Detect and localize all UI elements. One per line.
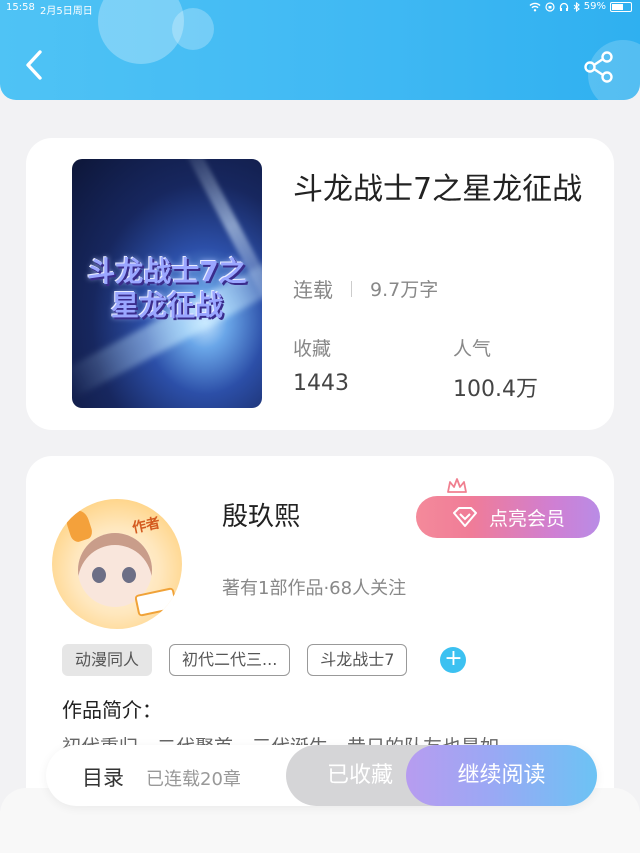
bottom-action-bar: 目录 已连载20章 已收藏 继续阅读	[46, 745, 597, 806]
wifi-icon	[529, 2, 541, 11]
vip-button-label: 点亮会员	[488, 507, 565, 530]
favorites-label: 收藏	[293, 338, 332, 360]
avatar-hat	[63, 508, 95, 544]
toc-button[interactable]: 目录	[82, 762, 124, 792]
status-time: 15:58	[6, 2, 35, 13]
book-title: 斗龙战士7之星龙征战	[293, 172, 583, 207]
tag-item[interactable]: 动漫同人	[62, 644, 153, 676]
avatar-eye	[92, 567, 106, 583]
diamond-icon	[452, 507, 477, 527]
popularity-stat: 人气 100.4万	[453, 334, 538, 403]
status-bar: 15:58 2月5日周日 59%	[0, 0, 640, 17]
header-bar: 15:58 2月5日周日 59%	[0, 0, 640, 100]
word-count: 9.7万字	[370, 279, 439, 301]
avatar-eye	[122, 567, 136, 583]
author-info: 著有1部作品·68人关注	[222, 578, 407, 599]
popularity-label: 人气	[453, 338, 492, 360]
avatar[interactable]: 作者	[52, 499, 182, 629]
bluetooth-icon	[573, 1, 580, 12]
continue-reading-button[interactable]: 继续阅读	[406, 745, 597, 806]
share-icon[interactable]	[582, 50, 616, 84]
headphones-icon	[559, 2, 568, 11]
book-meta: 连载 9.7万字	[293, 274, 438, 303]
status-date: 2月5日周日	[40, 6, 93, 17]
book-info-card: 斗龙战士7之星龙征战 斗龙战士7之星龙征战 连载 9.7万字 收藏 1443 人…	[26, 138, 614, 430]
chevron-left-icon[interactable]	[20, 48, 50, 82]
cover-title-art: 斗龙战士7之星龙征战	[87, 255, 247, 322]
favorites-value: 1443	[293, 371, 349, 396]
popularity-value: 100.4万	[453, 377, 538, 402]
battery-percent: 59%	[583, 1, 606, 12]
author-name[interactable]: 殷玖熙	[222, 496, 300, 533]
crown-icon	[447, 478, 467, 493]
plus-icon[interactable]: +	[440, 647, 467, 673]
lock-rotation-icon	[545, 1, 555, 12]
toc-count[interactable]: 已连载20章	[146, 765, 241, 791]
tag-item[interactable]: 斗龙战士7	[307, 644, 408, 676]
status-indicators: 59%	[529, 1, 632, 12]
avatar-author-tag: 作者	[130, 515, 162, 537]
serial-status: 连载	[293, 278, 333, 302]
favorites-stat: 收藏 1443	[293, 334, 349, 396]
meta-divider	[351, 280, 352, 297]
tag-list: 动漫同人 初代二代三... 斗龙战士7 +	[62, 644, 467, 676]
intro-title: 作品简介：	[62, 698, 162, 722]
vip-button[interactable]: 点亮会员	[416, 496, 600, 538]
tag-item[interactable]: 初代二代三...	[169, 644, 291, 676]
book-cover[interactable]: 斗龙战士7之星龙征战	[72, 159, 262, 408]
battery-icon	[610, 1, 632, 12]
